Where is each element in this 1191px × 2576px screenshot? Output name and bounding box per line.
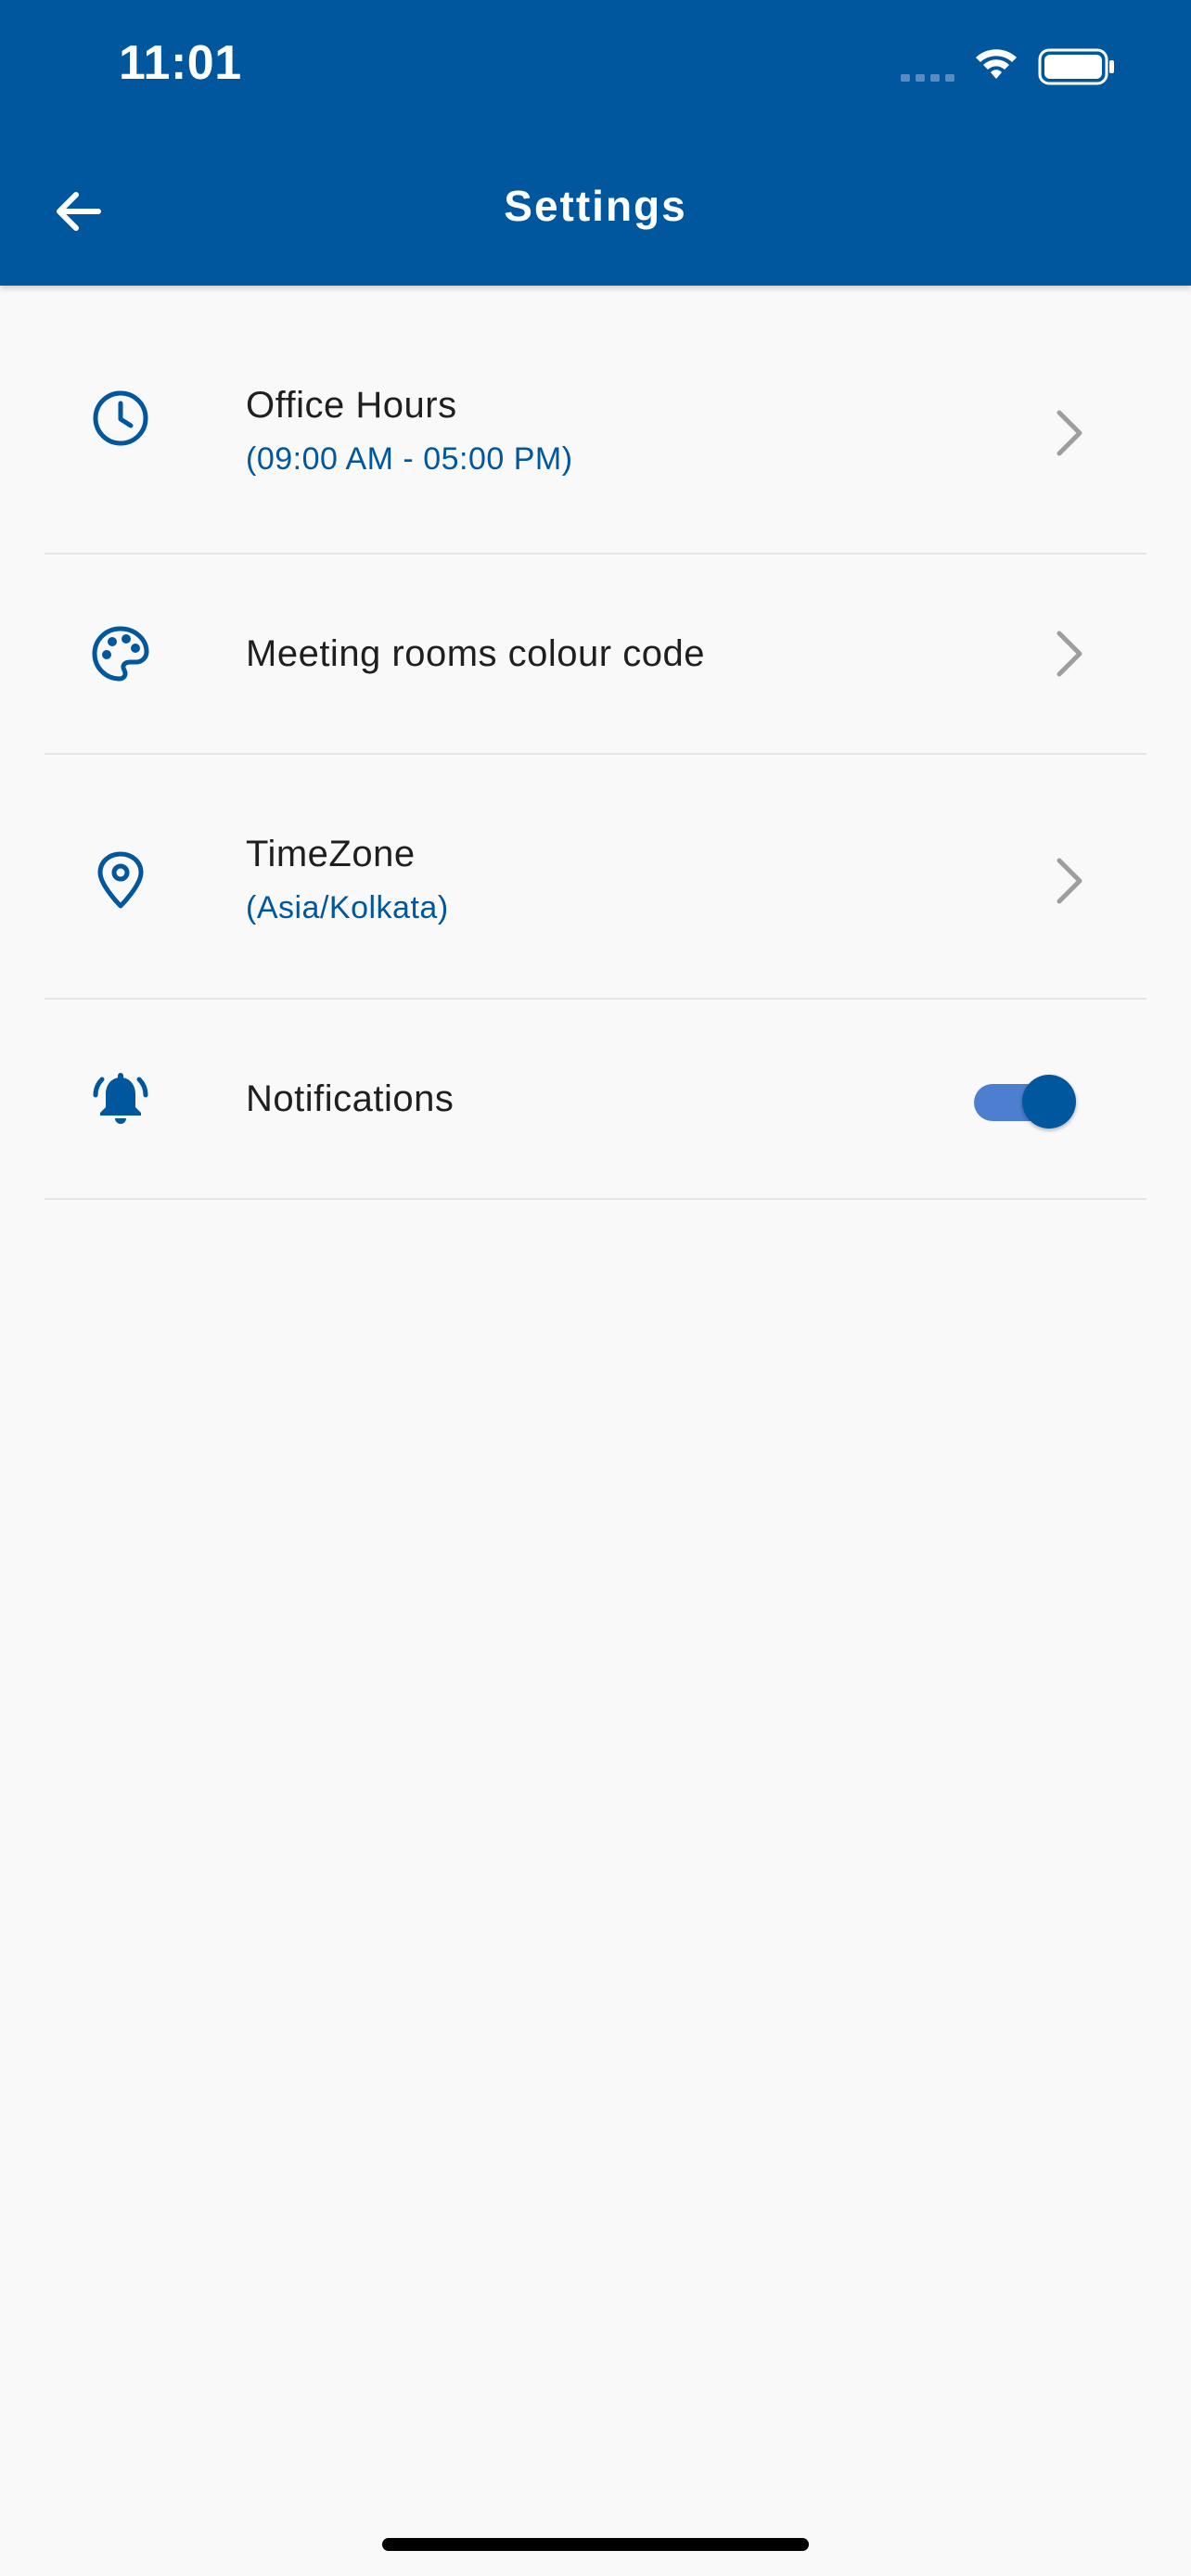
office-hours-title: Office Hours — [246, 385, 457, 426]
notifications-title: Notifications — [246, 1078, 455, 1119]
chevron-right-icon — [1057, 631, 1082, 677]
settings-item-office-hours[interactable]: Office Hours (09:00 AM - 05:00 PM) — [45, 286, 1146, 555]
bell-ringing-icon — [93, 1073, 148, 1124]
status-time: 11:01 — [119, 36, 242, 90]
clock-icon — [93, 390, 148, 446]
palette-icon — [92, 626, 149, 682]
home-indicator — [382, 2538, 809, 2551]
battery-icon — [1038, 48, 1114, 85]
timezone-value: (Asia/Kolkata) — [246, 890, 449, 925]
app-bar: 11:01 Settings — [0, 0, 1191, 286]
settings-list: Office Hours (09:00 AM - 05:00 PM) Meeti… — [45, 286, 1146, 1200]
settings-item-notifications: Notifications — [45, 1000, 1146, 1200]
wifi-icon — [976, 49, 1017, 79]
page-title: Settings — [504, 182, 687, 230]
chevron-right-icon — [1057, 410, 1082, 456]
timezone-title: TimeZone — [246, 834, 416, 874]
toggle-thumb — [1022, 1075, 1076, 1129]
cellular-signal-icon — [901, 74, 954, 82]
office-hours-value: (09:00 AM - 05:00 PM) — [246, 441, 573, 477]
notifications-toggle[interactable] — [974, 1069, 1085, 1129]
settings-item-timezone[interactable]: TimeZone (Asia/Kolkata) — [45, 755, 1146, 1000]
meeting-rooms-colour-title: Meeting rooms colour code — [246, 633, 705, 674]
location-pin-icon — [97, 851, 144, 909]
chevron-right-icon — [1057, 858, 1082, 904]
settings-item-meeting-rooms-colour[interactable]: Meeting rooms colour code — [45, 555, 1146, 755]
settings-screen: 11:01 Settings Office Hours (09:00 AM - … — [0, 0, 1191, 2576]
